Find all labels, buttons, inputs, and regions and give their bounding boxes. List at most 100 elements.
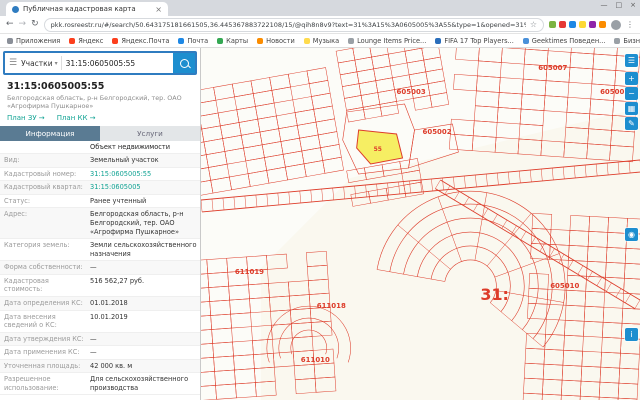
detail-label: Кадастровая стоимость: — [4, 276, 49, 294]
address-bar: ← → ↻ pkk.rosreestr.ru/#/search/50.64317… — [0, 16, 640, 34]
bookmark-label: Почта — [187, 36, 209, 45]
detail-value: 516 562,27 руб. — [90, 276, 145, 285]
extension-icon[interactable] — [569, 21, 576, 28]
bookmark-favicon-icon — [614, 37, 621, 44]
panel-tabs: Информация Услуги — [0, 125, 200, 141]
menu-button[interactable]: ☰ — [625, 54, 638, 67]
window-controls: — □ × — [601, 1, 637, 9]
plan-kk-link[interactable]: План КК → — [57, 114, 96, 122]
quarter-label: 605010 — [550, 282, 579, 290]
plan-zu-link[interactable]: План ЗУ → — [7, 114, 45, 122]
extension-icon[interactable] — [579, 21, 586, 28]
bookmark-item[interactable]: Яндекс — [69, 37, 103, 45]
detail-value: 42 000 кв. м — [90, 361, 133, 370]
back-icon[interactable]: ← — [6, 20, 14, 29]
tab-services[interactable]: Услуги — [100, 125, 200, 141]
minimize-button[interactable]: — — [601, 1, 608, 9]
bookmark-item[interactable]: FIFA 17 Top Players... — [435, 36, 514, 45]
detail-value: — — [90, 348, 97, 357]
detail-value: Для сельскохозяйственного производства — [90, 375, 189, 392]
extension-icon[interactable] — [549, 21, 556, 28]
detail-row: Кадастровый квартал: 31:15:0605005 — [0, 181, 200, 195]
bookmark-item[interactable]: Geektimes Поведен... — [522, 36, 606, 45]
info-panel: ☰ Участки ▾ 31:15:0605005:55 31:15:06050… — [0, 48, 201, 400]
plan-links: План ЗУ → План КК → — [7, 114, 193, 122]
maximize-button[interactable]: □ — [616, 1, 623, 9]
tab-information[interactable]: Информация — [0, 125, 100, 141]
selected-parcel-label: 55 — [374, 146, 382, 153]
browser-menu-icon[interactable]: ⋮ — [626, 20, 634, 29]
quarter-label: 605003 — [397, 88, 426, 96]
zoom-out-button[interactable]: − — [625, 87, 638, 100]
menu-icon[interactable]: ☰ — [5, 58, 21, 68]
cadastral-parcels-layer: 5560500360500760500160500260501061101961… — [201, 48, 640, 400]
forward-icon[interactable]: → — [19, 20, 27, 29]
measure-button[interactable]: ◉ — [625, 228, 638, 241]
detail-value[interactable]: 31:15:0605005:55 — [90, 170, 200, 179]
cadastral-map[interactable]: 55 605003 605007 605001 605002 605010 611019 61… — [201, 48, 640, 400]
detail-label: Дата определения КС: — [4, 298, 83, 307]
detail-label — [0, 143, 90, 152]
detail-value: Белгородская область, р-н Белгородский, … — [90, 210, 184, 236]
quarter-label: 605007 — [538, 64, 567, 72]
extension-icon[interactable] — [599, 21, 606, 28]
browser-window: Публичная кадастровая карта × — □ × ← → … — [0, 0, 640, 400]
draw-button[interactable]: ✎ — [625, 117, 638, 130]
extension-icons — [549, 21, 606, 28]
search-category[interactable]: Участки — [21, 59, 53, 68]
bookmark-item[interactable]: Яндекс.Почта — [112, 37, 169, 45]
detail-label: Уточненная площадь: — [4, 361, 81, 370]
detail-row: Дата определения КС: 01.01.2018 — [0, 296, 200, 311]
bookmark-item[interactable]: Приложения — [7, 37, 60, 45]
extension-icon[interactable] — [559, 21, 566, 28]
detail-row: Дата внесения сведений о КС: 10.01.2019 — [0, 311, 200, 333]
bookmark-item[interactable]: Новости — [257, 37, 295, 45]
detail-value: — — [90, 263, 97, 272]
search-input[interactable]: 31:15:0605005:55 — [66, 59, 173, 68]
chevron-down-icon: ▾ — [54, 59, 58, 67]
bookmark-favicon-icon — [435, 37, 442, 44]
detail-label: Дата применения КС: — [4, 348, 80, 357]
zoom-in-button[interactable]: + — [625, 72, 638, 85]
bookmark-item[interactable]: Почта — [178, 37, 208, 45]
bookmark-star-icon[interactable]: ☆ — [530, 20, 537, 29]
detail-label: Категория земель: — [4, 241, 70, 250]
bookmark-item[interactable]: Музыка — [303, 36, 340, 45]
layers-button[interactable]: ▦ — [625, 102, 638, 115]
bookmarks-bar: Приложения Яндекс Яндекс.Почта Почта Карты Но… — [0, 34, 640, 48]
detail-row: Кадастровый номер: 31:15:0605005:55 — [0, 168, 200, 182]
detail-value[interactable]: 31:15:0605005 — [90, 183, 200, 192]
detail-value: 10.01.2019 — [90, 312, 128, 321]
tab-strip: Публичная кадастровая карта × — □ × — [0, 0, 640, 16]
bookmark-label: FIFA 17 Top Players... — [444, 36, 514, 45]
tab-close-icon[interactable]: × — [155, 5, 162, 14]
bookmark-favicon-icon — [522, 37, 529, 44]
object-title: 31:15:0605005:55 — [7, 81, 105, 92]
bookmark-label: Яндекс — [78, 36, 104, 45]
detail-row: Дата применения КС: — — [0, 346, 200, 360]
search-button[interactable] — [173, 53, 195, 73]
bookmark-label: Карты — [226, 36, 249, 45]
reload-icon[interactable]: ↻ — [31, 20, 39, 29]
quarter-label: 611018 — [317, 302, 346, 310]
profile-avatar[interactable] — [611, 19, 621, 30]
quarter-label: 31: — [480, 285, 509, 304]
bookmark-favicon-icon — [7, 37, 13, 44]
extension-icon[interactable] — [589, 21, 596, 28]
browser-tab[interactable]: Публичная кадастровая карта × — [6, 2, 168, 16]
info-button[interactable]: i — [625, 328, 638, 341]
detail-value: Ранее учтенный — [90, 196, 147, 205]
bookmark-label: Бизнес-план ОАО «... — [623, 36, 640, 45]
bookmark-item[interactable]: Карты — [217, 37, 248, 45]
detail-row: Адрес: Белгородская область, р-н Белгород… — [0, 208, 200, 240]
detail-row: Статус: Ранее учтенный — [0, 195, 200, 209]
detail-label: Форма собственности: — [4, 263, 83, 272]
bookmark-label: Музыка — [312, 36, 340, 45]
bookmark-favicon-icon — [257, 37, 264, 44]
bookmark-item[interactable]: Бизнес-план ОАО «... — [614, 37, 640, 45]
url-omnibox[interactable]: pkk.rosreestr.ru/#/search/50.64317518166… — [43, 17, 544, 32]
close-button[interactable]: × — [630, 1, 636, 9]
bookmark-item[interactable]: Lounge Items Price... — [348, 37, 426, 45]
bookmark-label: Geektimes Поведен... — [531, 36, 606, 45]
detail-label: Статус: — [4, 196, 31, 205]
